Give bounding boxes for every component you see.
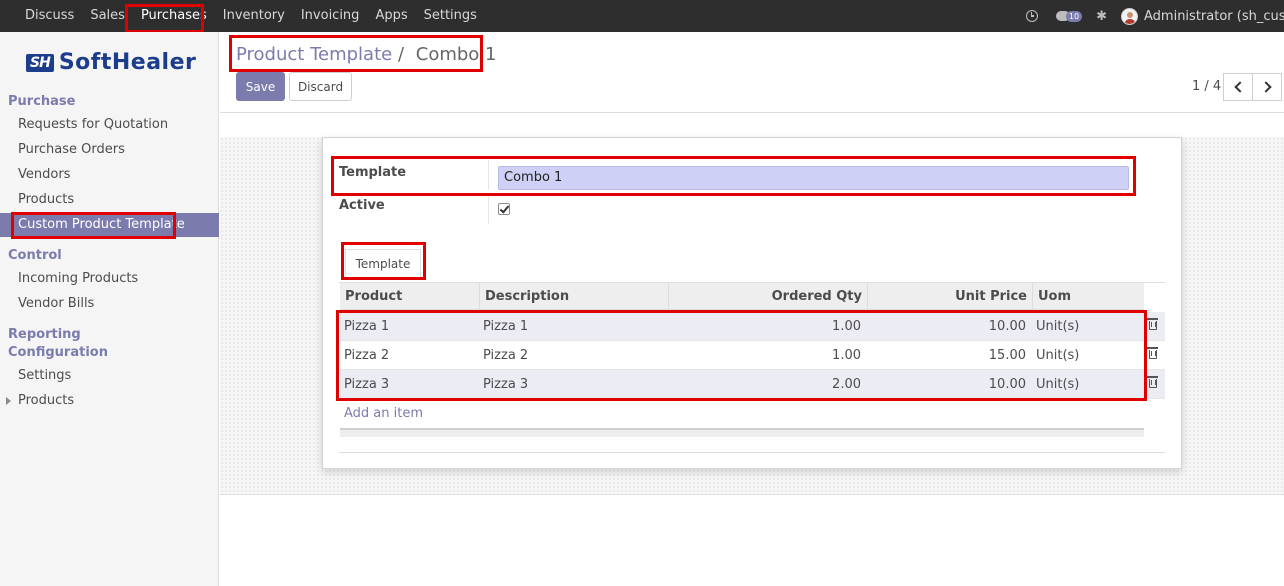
sidebar: SH SoftHealer Purchase Requests for Quot… bbox=[0, 32, 219, 586]
systray: 10 ✱ Administrator (sh_custo... bbox=[1025, 0, 1284, 32]
active-field-label: Active bbox=[339, 198, 385, 213]
menu-inventory[interactable]: Inventory bbox=[215, 0, 293, 32]
column-header-ordered-qty[interactable]: Ordered Qty bbox=[668, 283, 867, 310]
trash-icon[interactable] bbox=[1147, 347, 1158, 359]
debug-bug-icon[interactable]: ✱ bbox=[1096, 10, 1107, 23]
column-header-unit-price[interactable]: Unit Price bbox=[867, 283, 1032, 310]
sidebar-item-incoming-products[interactable]: Incoming Products bbox=[0, 267, 219, 291]
table-row[interactable]: Pizza 3 Pizza 3 2.00 10.00 Unit(s) bbox=[340, 370, 1165, 399]
avatar[interactable] bbox=[1121, 7, 1138, 25]
field-separator bbox=[488, 196, 489, 224]
sheet-divider bbox=[339, 452, 1165, 453]
cell-ordered-qty[interactable]: 2.00 bbox=[668, 370, 861, 399]
breadcrumb-parent-link[interactable]: Product Template bbox=[236, 44, 392, 65]
sidebar-section-control[interactable]: Control bbox=[8, 248, 62, 263]
sidebar-item-config-products[interactable]: Products bbox=[0, 389, 219, 413]
sidebar-item-purchase-orders[interactable]: Purchase Orders bbox=[0, 138, 219, 162]
cell-product[interactable]: Pizza 1 bbox=[344, 312, 389, 341]
sidebar-item-custom-product-template[interactable]: Custom Product Template bbox=[0, 213, 219, 237]
breadcrumb-current: Combo 1 bbox=[415, 44, 497, 65]
pager-value[interactable]: 1 / 4 bbox=[1192, 79, 1221, 94]
cell-unit-price[interactable]: 10.00 bbox=[867, 370, 1026, 399]
logo-text: SoftHealer bbox=[58, 50, 197, 75]
active-checkbox[interactable] bbox=[498, 203, 510, 215]
logo-mark: SH bbox=[26, 53, 54, 72]
column-header-description[interactable]: Description bbox=[479, 283, 668, 310]
cell-unit-price[interactable]: 10.00 bbox=[867, 312, 1026, 341]
cell-description[interactable]: Pizza 2 bbox=[483, 341, 528, 370]
table-row[interactable]: Pizza 2 Pizza 2 1.00 15.00 Unit(s) bbox=[340, 341, 1165, 370]
sidebar-section-configuration[interactable]: Configuration bbox=[8, 345, 108, 360]
sidebar-item-vendor-bills[interactable]: Vendor Bills bbox=[0, 292, 219, 316]
sidebar-item-products[interactable]: Products bbox=[0, 188, 219, 212]
sidebar-item-settings[interactable]: Settings bbox=[0, 364, 219, 388]
tab-template[interactable]: Template bbox=[345, 249, 421, 279]
sidebar-section-purchase[interactable]: Purchase bbox=[8, 94, 75, 109]
cell-product[interactable]: Pizza 3 bbox=[344, 370, 389, 399]
main-menu: Discuss Sales Purchases Inventory Invoic… bbox=[17, 0, 485, 32]
menu-purchases[interactable]: Purchases bbox=[133, 0, 215, 32]
order-lines-table-header: Product Description Ordered Qty Unit Pri… bbox=[340, 283, 1144, 310]
field-separator bbox=[488, 160, 489, 190]
table-footer bbox=[340, 428, 1144, 437]
breadcrumb-separator: / bbox=[397, 44, 405, 65]
caret-right-icon bbox=[6, 397, 11, 405]
cell-ordered-qty[interactable]: 1.00 bbox=[668, 312, 861, 341]
template-field-label: Template bbox=[339, 165, 407, 180]
top-navbar: Discuss Sales Purchases Inventory Invoic… bbox=[0, 0, 1284, 32]
notification-badge: 10 bbox=[1065, 10, 1083, 22]
menu-invoicing[interactable]: Invoicing bbox=[293, 0, 368, 32]
menu-discuss[interactable]: Discuss bbox=[17, 0, 82, 32]
softhealer-logo: SH SoftHealer bbox=[26, 50, 196, 75]
sidebar-item-label: Products bbox=[18, 393, 75, 408]
sidebar-item-vendors[interactable]: Vendors bbox=[0, 163, 219, 187]
column-header-uom[interactable]: Uom bbox=[1032, 283, 1144, 310]
user-menu[interactable]: Administrator (sh_custo... bbox=[1144, 9, 1284, 24]
menu-sales[interactable]: Sales bbox=[82, 0, 133, 32]
control-panel-divider bbox=[220, 112, 1284, 113]
trash-icon[interactable] bbox=[1147, 376, 1158, 388]
discard-button[interactable]: Discard bbox=[289, 72, 352, 101]
cell-unit-price[interactable]: 15.00 bbox=[867, 341, 1026, 370]
pager-next-button[interactable] bbox=[1252, 73, 1282, 101]
breadcrumb: Product Template / Combo 1 bbox=[236, 44, 496, 65]
menu-apps[interactable]: Apps bbox=[367, 0, 415, 32]
menu-settings[interactable]: Settings bbox=[416, 0, 485, 32]
template-name-input[interactable]: Combo 1 bbox=[498, 166, 1129, 190]
cell-uom[interactable]: Unit(s) bbox=[1036, 312, 1079, 341]
trash-icon[interactable] bbox=[1147, 318, 1158, 330]
activity-clock-icon[interactable] bbox=[1025, 10, 1038, 22]
cell-uom[interactable]: Unit(s) bbox=[1036, 341, 1079, 370]
cell-product[interactable]: Pizza 2 bbox=[344, 341, 389, 370]
column-header-product[interactable]: Product bbox=[340, 283, 479, 310]
sidebar-item-requests-for-quotation[interactable]: Requests for Quotation bbox=[0, 113, 219, 137]
table-row[interactable]: Pizza 1 Pizza 1 1.00 10.00 Unit(s) bbox=[340, 312, 1165, 341]
pager-previous-button[interactable] bbox=[1223, 73, 1253, 101]
sidebar-section-reporting[interactable]: Reporting bbox=[8, 327, 81, 342]
save-button[interactable]: Save bbox=[236, 72, 285, 101]
add-an-item-link[interactable]: Add an item bbox=[344, 406, 423, 421]
cell-description[interactable]: Pizza 1 bbox=[483, 312, 528, 341]
cell-description[interactable]: Pizza 3 bbox=[483, 370, 528, 399]
chevron-right-icon bbox=[1260, 81, 1272, 93]
cell-uom[interactable]: Unit(s) bbox=[1036, 370, 1079, 399]
chevron-left-icon bbox=[1234, 81, 1246, 93]
cell-ordered-qty[interactable]: 1.00 bbox=[668, 341, 861, 370]
